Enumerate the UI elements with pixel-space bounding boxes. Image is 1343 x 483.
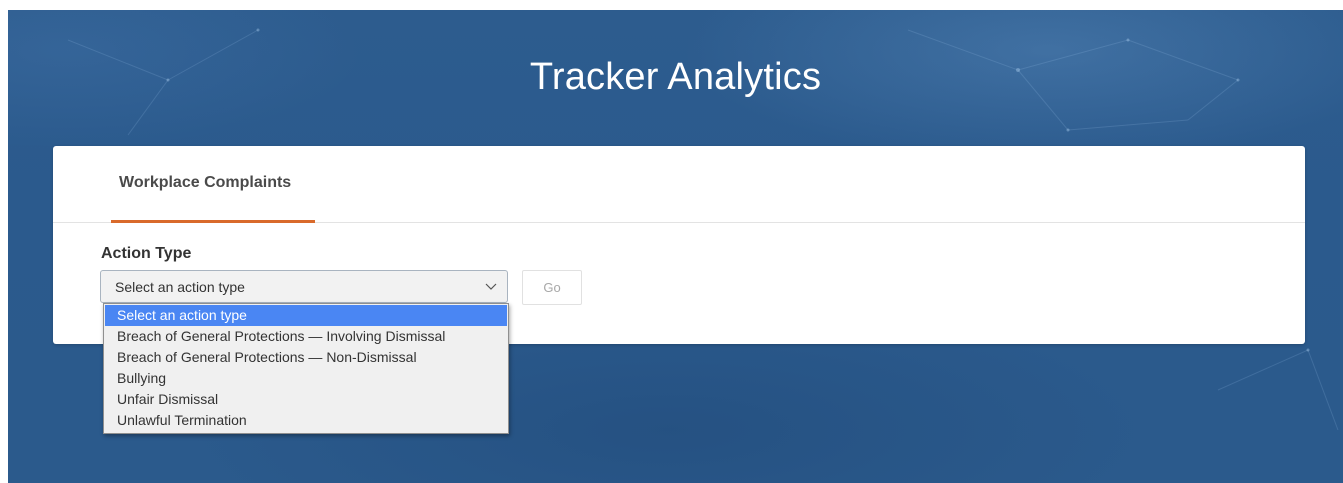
tab-label: Workplace Complaints xyxy=(119,174,292,191)
go-button[interactable]: Go xyxy=(522,270,582,305)
tab-bar: Workplace Complaints xyxy=(53,146,1305,223)
action-type-select[interactable]: Select an action type xyxy=(100,270,508,303)
action-type-select-value: Select an action type xyxy=(115,279,245,295)
action-type-dropdown-list: Select an action type Breach of General … xyxy=(103,303,509,434)
action-type-label: Action Type xyxy=(101,245,192,262)
dropdown-option[interactable]: Bullying xyxy=(104,368,508,389)
dropdown-option[interactable]: Breach of General Protections — Involvin… xyxy=(104,326,508,347)
dropdown-option[interactable]: Unfair Dismissal xyxy=(104,389,508,410)
page-background: Tracker Analytics Workplace Complaints A… xyxy=(8,10,1343,483)
dropdown-option[interactable]: Select an action type xyxy=(105,305,507,326)
dropdown-option[interactable]: Unlawful Termination xyxy=(104,410,508,431)
chevron-down-icon xyxy=(485,283,497,290)
tab-workplace-complaints[interactable]: Workplace Complaints xyxy=(111,146,315,223)
page-title: Tracker Analytics xyxy=(529,56,822,98)
dropdown-option[interactable]: Breach of General Protections — Non-Dism… xyxy=(104,347,508,368)
active-tab-indicator xyxy=(111,220,315,223)
